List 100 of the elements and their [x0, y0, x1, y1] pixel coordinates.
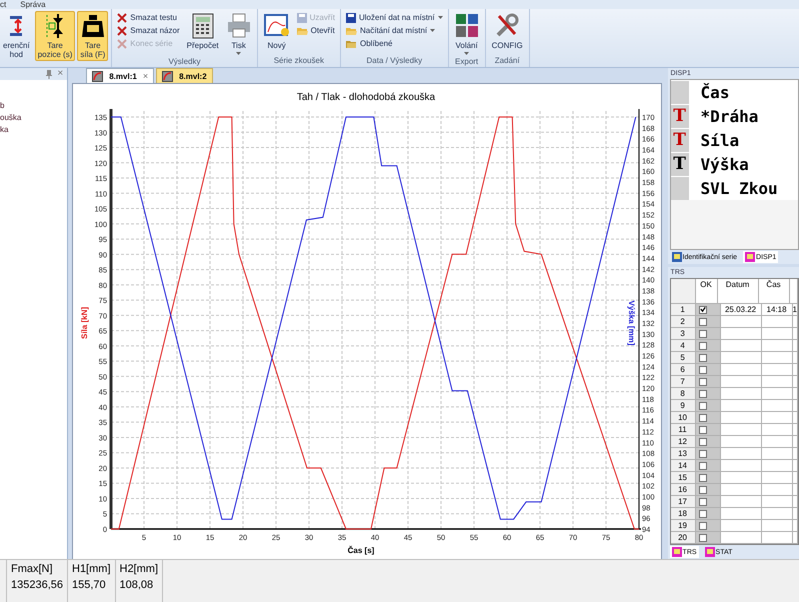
checkbox[interactable]	[698, 390, 707, 398]
checkbox[interactable]	[698, 342, 707, 350]
ribbon-button[interactable]: Tare síla (F)	[77, 11, 108, 61]
folder-icon	[346, 26, 357, 36]
row-number: 2	[670, 316, 696, 327]
checkbox[interactable]	[698, 498, 707, 506]
column-header: Fmax[N]	[11, 563, 54, 575]
row-marker: T	[670, 104, 689, 128]
checkbox[interactable]	[698, 330, 707, 338]
ribbon-button[interactable]: Otevřít	[294, 25, 337, 36]
document-tab[interactable]: 8.mvl:2	[156, 68, 213, 83]
checkbox[interactable]	[698, 426, 707, 434]
document-tab[interactable]: 8.mvl:1 ×	[86, 68, 154, 83]
ribbon-button[interactable]: Tare pozice (s)	[34, 11, 76, 61]
row-number: 9	[670, 400, 696, 411]
row-number: 15	[670, 472, 696, 483]
checkbox[interactable]	[698, 522, 707, 530]
menu-item[interactable]: ct	[0, 0, 6, 9]
window-icon	[745, 252, 756, 262]
weight-icon	[80, 13, 105, 39]
ribbon-button[interactable]: Uložení dat na místní	[344, 12, 445, 23]
row-number: 14	[670, 460, 696, 471]
checkbox[interactable]	[698, 318, 707, 326]
y-axis-label: Síla [kN]	[80, 307, 90, 339]
close-button[interactable]: ×	[57, 69, 64, 79]
checkbox[interactable]	[698, 402, 707, 410]
row-number: 11	[670, 424, 696, 435]
folder-icon	[296, 26, 308, 36]
row-marker: T	[670, 152, 689, 176]
caret-icon	[464, 52, 470, 55]
ribbon-button[interactable]: erenční hod	[0, 11, 33, 61]
row-number: 19	[670, 520, 696, 531]
channel-label: Síla	[700, 130, 740, 150]
checkbox[interactable]	[698, 462, 707, 470]
office-apps-icon	[454, 13, 479, 39]
checkbox[interactable]	[698, 534, 707, 542]
ribbon-button[interactable]: CONFIG	[488, 11, 526, 52]
column-header: Čas	[758, 279, 790, 303]
ribbon-button[interactable]: Volání	[452, 11, 482, 57]
ribbon-button[interactable]: Oblíbené	[344, 38, 445, 49]
channel-label: Čas	[700, 82, 730, 102]
arrows-icon	[10, 13, 22, 39]
menu-item[interactable]: Správa	[20, 0, 46, 9]
tools-icon	[495, 13, 520, 39]
ribbon-button[interactable]: Smazat testu	[115, 12, 182, 23]
checkbox[interactable]	[698, 510, 707, 518]
row-number: 13	[670, 448, 696, 459]
caret-icon	[438, 16, 443, 19]
row-number: 10	[670, 412, 696, 423]
row-marker	[670, 176, 689, 200]
row-number: 17	[670, 496, 696, 507]
tree-item[interactable]: b	[0, 100, 68, 112]
checkbox[interactable]	[698, 486, 707, 494]
caret-icon	[430, 29, 436, 32]
ribbon-button[interactable]: Smazat názor	[115, 25, 182, 36]
row-number: 6	[670, 364, 696, 375]
ribbon-button[interactable]: Načítání dat místní	[344, 25, 445, 36]
row-number: 7	[670, 376, 696, 387]
ribbon-button[interactable]: Tisk	[224, 11, 254, 57]
ribbon-button[interactable]: Nový	[260, 11, 293, 52]
column-header: H2[mm]	[120, 563, 158, 575]
row-number: 3	[670, 328, 696, 339]
caret-icon	[236, 52, 242, 55]
column-header: OK	[696, 279, 718, 303]
row-number: 1	[670, 304, 696, 315]
close-button[interactable]: ×	[142, 71, 148, 81]
checkbox[interactable]	[698, 414, 707, 422]
group-label: Export	[454, 57, 480, 67]
checkbox[interactable]	[698, 366, 707, 374]
tree-item[interactable]: ouška	[0, 112, 68, 124]
checkbox[interactable]	[698, 354, 707, 362]
channel-label: SVL Zkou	[700, 178, 778, 198]
table-cell: 25.03.22	[720, 304, 762, 315]
checkbox[interactable]	[698, 378, 707, 386]
row-number: 12	[670, 436, 696, 447]
table-cell: 135236,56	[11, 579, 63, 591]
chart-icon	[264, 13, 290, 39]
group-label: Zadání	[494, 56, 521, 67]
window-icon	[672, 547, 682, 557]
checkbox[interactable]	[698, 438, 707, 446]
column-header: Datum	[718, 279, 759, 303]
table-cell: 14:18	[762, 304, 793, 315]
ribbon-button[interactable]: Přepočet	[184, 11, 222, 52]
delete-icon	[117, 12, 128, 22]
pin-icon[interactable]	[46, 70, 52, 78]
row-number: 16	[670, 484, 696, 495]
chart-title: Tah / Tlak - dlohodobá zkouška	[297, 92, 436, 103]
checkbox[interactable]	[698, 474, 707, 482]
row-number: 8	[670, 388, 696, 399]
table-cell-text: 108,08	[120, 579, 154, 591]
row-marker	[670, 80, 689, 104]
checkbox[interactable]	[698, 450, 707, 458]
row-marker: T	[670, 128, 689, 152]
delete-icon	[117, 26, 128, 36]
group-label: Data / Výsledky	[366, 56, 424, 67]
calculator-icon	[192, 13, 214, 39]
curve-icon	[162, 70, 174, 82]
tree-item[interactable]: ka	[0, 124, 68, 136]
row-number: 5	[670, 352, 696, 363]
checkbox[interactable]	[698, 306, 707, 314]
